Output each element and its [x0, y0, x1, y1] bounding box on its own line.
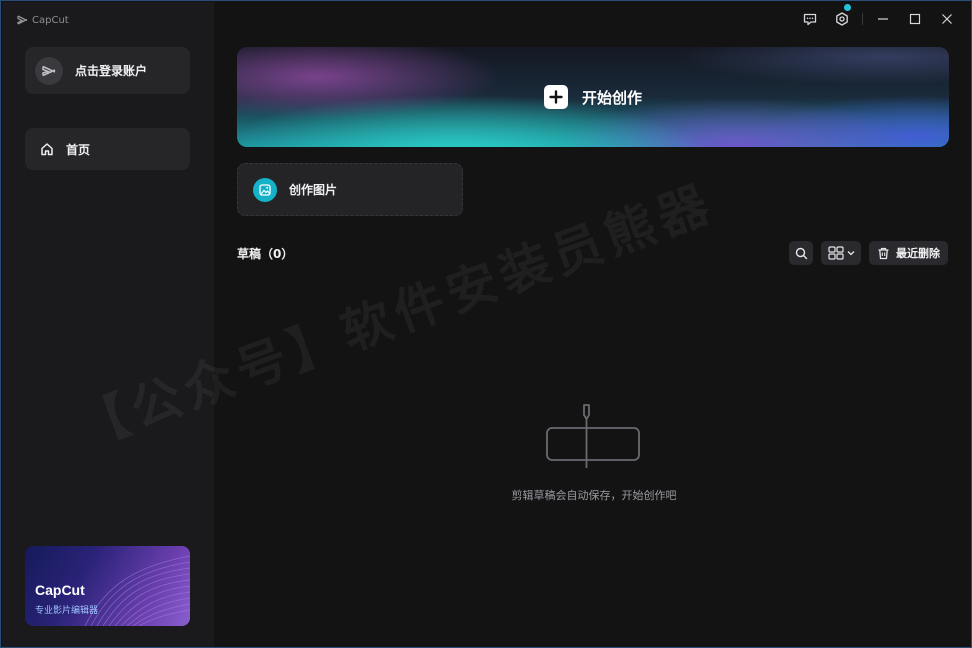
- minimize-button[interactable]: [867, 7, 899, 31]
- image-icon: [253, 177, 277, 202]
- maximize-button[interactable]: [899, 7, 931, 31]
- create-image-button[interactable]: 创作图片: [237, 163, 463, 216]
- capcut-avatar-icon: [42, 65, 56, 76]
- app-name: CapCut: [32, 14, 69, 26]
- recently-deleted-label: 最近删除: [896, 247, 940, 260]
- close-button[interactable]: [931, 7, 963, 31]
- avatar: [35, 56, 63, 85]
- minimize-icon: [878, 18, 888, 20]
- empty-drafts-illustration: [546, 404, 640, 468]
- drafts-title: 草稿（0）: [237, 247, 294, 261]
- search-button[interactable]: [789, 241, 813, 265]
- titlebar-divider: [862, 13, 863, 25]
- notification-dot: [844, 4, 851, 11]
- recently-deleted-button[interactable]: 最近删除: [869, 241, 948, 265]
- promo-subtitle: 专业影片编辑器: [35, 606, 99, 616]
- home-icon: [41, 143, 53, 156]
- capcut-logo-icon: [17, 15, 28, 25]
- promo-banner[interactable]: CapCut 专业影片编辑器: [25, 546, 190, 626]
- sidebar: CapCut 点击登录账户 首页 CapCut 专业影片编辑器: [2, 2, 214, 647]
- start-create-content: 开始创作: [237, 47, 949, 147]
- plus-icon: [543, 85, 568, 109]
- empty-drafts-text: 剪辑草稿会自动保存，开始创作吧: [511, 489, 677, 502]
- start-create-banner[interactable]: 开始创作: [237, 47, 949, 147]
- login-label: 点击登录账户: [75, 64, 148, 78]
- login-account-button[interactable]: 点击登录账户: [25, 47, 190, 94]
- feedback-icon: [803, 13, 817, 25]
- close-icon: [942, 14, 952, 24]
- create-image-label: 创作图片: [289, 183, 338, 197]
- settings-icon: [836, 12, 848, 26]
- settings-button[interactable]: [826, 4, 858, 31]
- chevron-down-icon: [847, 251, 854, 256]
- search-icon: [795, 247, 807, 259]
- start-create-label: 开始创作: [581, 88, 642, 107]
- view-mode-dropdown[interactable]: [821, 241, 861, 265]
- promo-title: CapCut: [35, 582, 85, 598]
- capcut-window: CapCut 点击登录账户 首页 CapCut 专业影片编辑器 【公众号】软件安…: [0, 0, 972, 648]
- trash-icon: [878, 247, 889, 259]
- titlebar-controls: [794, 4, 963, 31]
- sidebar-item-home[interactable]: 首页: [25, 128, 190, 170]
- grid-view-icon: [827, 246, 844, 260]
- feedback-button[interactable]: [794, 7, 826, 31]
- sidebar-item-label: 首页: [66, 142, 91, 157]
- app-logo: CapCut: [17, 12, 69, 28]
- maximize-icon: [909, 13, 921, 25]
- drafts-toolbar: 最近删除: [789, 241, 948, 265]
